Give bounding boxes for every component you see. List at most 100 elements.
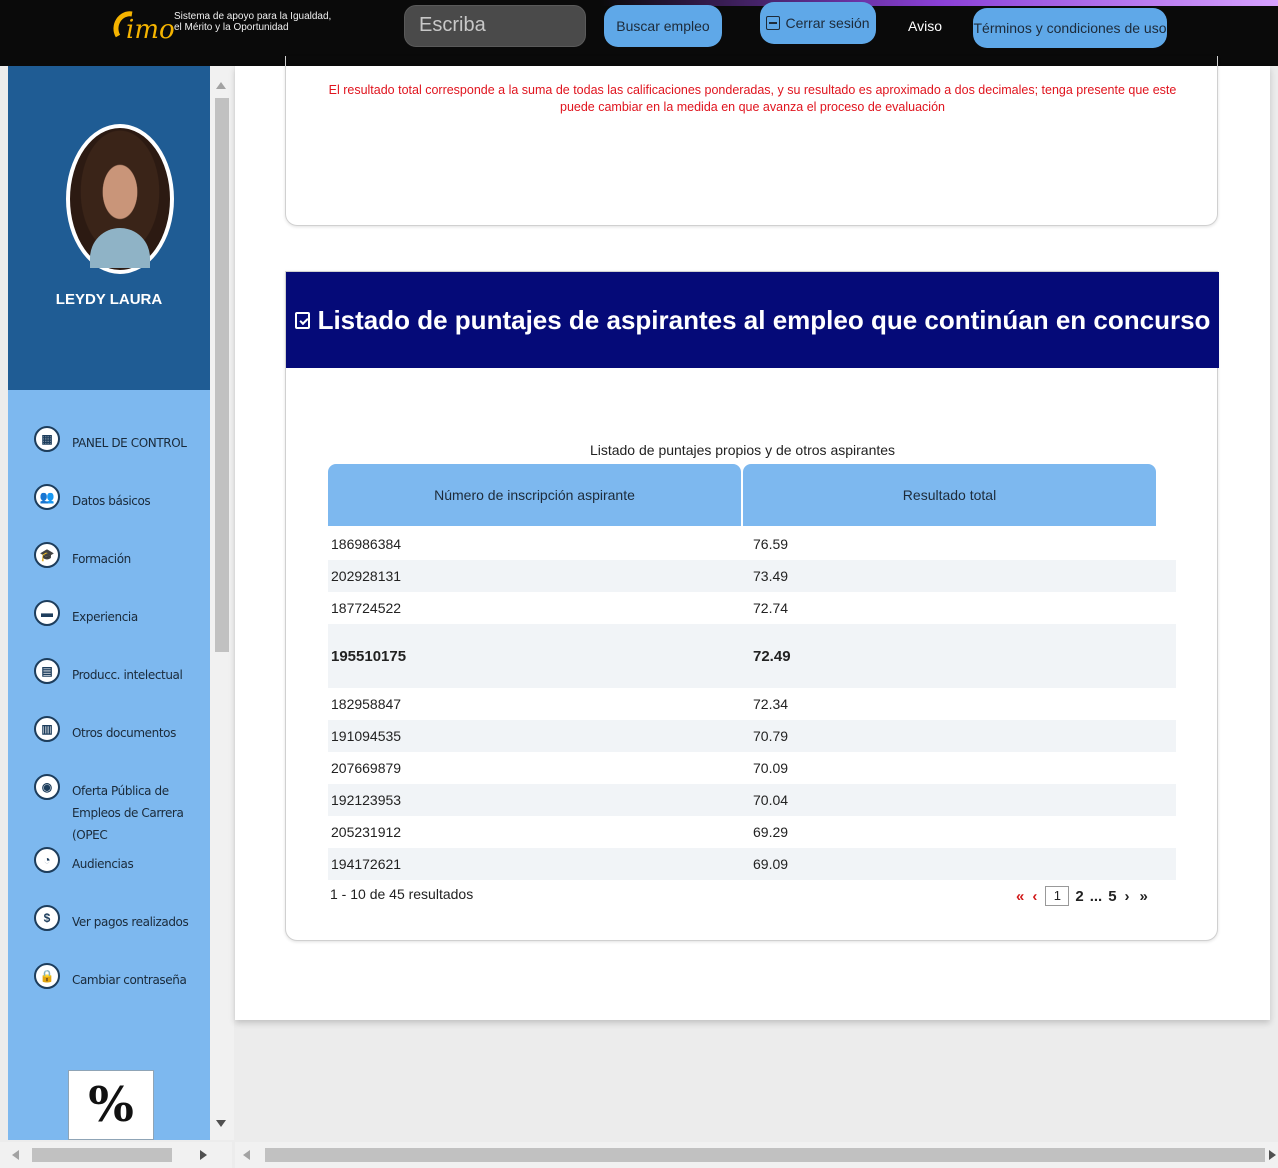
cell-score: 72.34 (753, 696, 789, 712)
scroll-right-icon[interactable] (200, 1150, 207, 1160)
last-page-icon[interactable]: » (1140, 888, 1148, 905)
sidebar-item-label: Ver pagos realizados (72, 915, 189, 929)
scores-title-text: Listado de puntajes de aspirantes al emp… (317, 304, 1211, 335)
table-row: 191094535 70.79 (328, 720, 1176, 752)
cell-score: 76.59 (753, 536, 789, 552)
sidebar: LEYDY LAURA ▦ PANEL DE CONTROL 👥 Datos b… (8, 66, 210, 1140)
sidebar-item-opec[interactable]: ◉ Oferta Pública de Empleos de Carrera (… (34, 774, 210, 846)
sidebar-item-label: Experiencia (72, 610, 138, 624)
result-count: 1 - 10 de 45 resultados (330, 886, 474, 902)
column-header-score[interactable]: Resultado total (743, 464, 1156, 526)
scores-title: Listado de puntajes de aspirantes al emp… (286, 272, 1219, 368)
sidebar-item-documentos[interactable]: ▥ Otros documentos (34, 716, 210, 744)
table-row: 205231912 69.29 (328, 816, 1176, 848)
table-caption: Listado de puntajes propios y de otros a… (589, 442, 896, 458)
cell-score: 72.74 (753, 600, 789, 616)
cell-id: 186986384 (331, 536, 402, 552)
sidebar-item-label: Datos básicos (72, 494, 151, 508)
cell-id: 191094535 (331, 728, 402, 744)
cell-score: 69.29 (753, 824, 789, 840)
avatar (66, 124, 174, 274)
notice-card: El resultado total corresponde a la suma… (285, 56, 1218, 226)
sidebar-item-panel[interactable]: ▦ PANEL DE CONTROL (34, 426, 210, 454)
cell-id: 207669879 (331, 760, 402, 776)
page-current[interactable]: 1 (1045, 886, 1070, 906)
sidebar-item-experiencia[interactable]: ▬ Experiencia (34, 600, 210, 628)
svg-text:imo: imo (126, 15, 174, 44)
sidebar-horizontal-scrollbar[interactable] (0, 1142, 232, 1168)
scroll-left-icon[interactable] (243, 1150, 250, 1160)
sidebar-scrollbar[interactable] (210, 66, 234, 1140)
profile-panel: LEYDY LAURA (8, 66, 210, 390)
cell-id: 194172621 (331, 856, 402, 872)
first-page-icon[interactable]: « (1016, 888, 1024, 905)
main-horizontal-scrollbar[interactable] (235, 1142, 1278, 1168)
cell-score: 72.49 (753, 647, 791, 665)
table-row: 182958847 72.34 (328, 688, 1176, 720)
cell-score: 69.09 (753, 856, 789, 872)
pagination: « ‹ 1 2 ... 5 › » (1016, 886, 1156, 906)
table-row: 186986384 76.59 (328, 528, 1176, 560)
sidebar-item-formacion[interactable]: 🎓 Formación (34, 542, 210, 570)
sidebar-item-datos[interactable]: 👥 Datos básicos (34, 484, 210, 512)
sidebar-item-label: Audiencias (72, 857, 134, 871)
cell-score: 70.79 (753, 728, 789, 744)
briefcase-icon: ▬ (34, 600, 60, 626)
prev-page-icon[interactable]: ‹ (1032, 888, 1037, 905)
sidebar-item-contrasena[interactable]: 🔒 Cambiar contraseña (34, 963, 210, 991)
simo-logo-icon: imo (113, 11, 174, 44)
scrollbar-thumb[interactable] (265, 1148, 1265, 1162)
people-icon: 👥 (34, 484, 60, 510)
globe-icon: ◉ (34, 774, 60, 800)
table-body: 186986384 76.59 202928131 73.49 18772452… (328, 528, 1176, 880)
cell-id: 187724522 (331, 600, 402, 616)
scroll-right-icon[interactable] (1269, 1150, 1276, 1160)
scrollbar-thumb[interactable] (215, 98, 229, 652)
cell-id: 182958847 (331, 696, 402, 712)
sidebar-item-label: Oferta Pública de Empleos de Carrera (OP… (72, 784, 184, 842)
page-2[interactable]: 2 (1075, 888, 1083, 905)
sidebar-item-audiencias[interactable]: ◔ Audiencias (34, 847, 210, 875)
notice-link[interactable]: Aviso (908, 18, 942, 34)
scroll-left-icon[interactable] (12, 1150, 19, 1160)
simo-logo[interactable]: imo Sistema de apoyo para la Igualdad, e… (112, 6, 342, 46)
audience-icon: ◔ (34, 847, 60, 873)
page-ellipsis: ... (1089, 887, 1103, 905)
logout-button[interactable]: Cerrar sesión (760, 2, 876, 44)
search-job-button[interactable]: Buscar empleo (604, 5, 722, 47)
document-icon: ▥ (34, 716, 60, 742)
search-input[interactable]: Escriba (404, 5, 586, 47)
cell-id: 205231912 (331, 824, 402, 840)
sidebar-item-produccion[interactable]: ▤ Producc. intelectual (34, 658, 210, 686)
page-5[interactable]: 5 (1108, 888, 1116, 905)
table-row-own: 195510175 72.49 (328, 624, 1176, 688)
profile-name: LEYDY LAURA (55, 291, 163, 308)
avatar-shirt (90, 228, 150, 268)
cell-score: 70.09 (753, 760, 789, 776)
cell-id: 202928131 (331, 568, 402, 584)
sidebar-item-label: Formación (72, 552, 131, 566)
cell-score: 73.49 (753, 568, 789, 584)
cell-id: 195510175 (331, 647, 407, 665)
table-row: 207669879 70.09 (328, 752, 1176, 784)
table-row: 202928131 73.49 (328, 560, 1176, 592)
table-row: 187724522 72.74 (328, 592, 1176, 624)
table-header: Número de inscripción aspirante Resultad… (328, 464, 1156, 526)
scrollbar-thumb[interactable] (32, 1148, 172, 1162)
next-page-icon[interactable]: › (1125, 888, 1130, 905)
cnsc-logo: % (68, 1070, 154, 1140)
terms-button[interactable]: Términos y condiciones de uso (973, 8, 1167, 48)
column-header-id[interactable]: Número de inscripción aspirante (328, 464, 741, 526)
table-row: 194172621 69.09 (328, 848, 1176, 880)
calendar-check-icon (294, 311, 310, 329)
score-notice: El resultado total corresponde a la suma… (328, 83, 1177, 114)
logo-tagline: Sistema de apoyo para la Igualdad, el Mé… (174, 11, 332, 33)
scroll-up-icon[interactable] (216, 82, 226, 89)
sidebar-item-label: PANEL DE CONTROL (72, 436, 187, 450)
lock-icon: 🔒 (34, 963, 60, 989)
sidebar-item-pagos[interactable]: $ Ver pagos realizados (34, 905, 210, 933)
main-content: El resultado total corresponde a la suma… (235, 56, 1270, 1020)
sidebar-item-label: Cambiar contraseña (72, 973, 187, 987)
scroll-down-icon[interactable] (216, 1120, 226, 1127)
dollar-icon: $ (34, 905, 60, 931)
